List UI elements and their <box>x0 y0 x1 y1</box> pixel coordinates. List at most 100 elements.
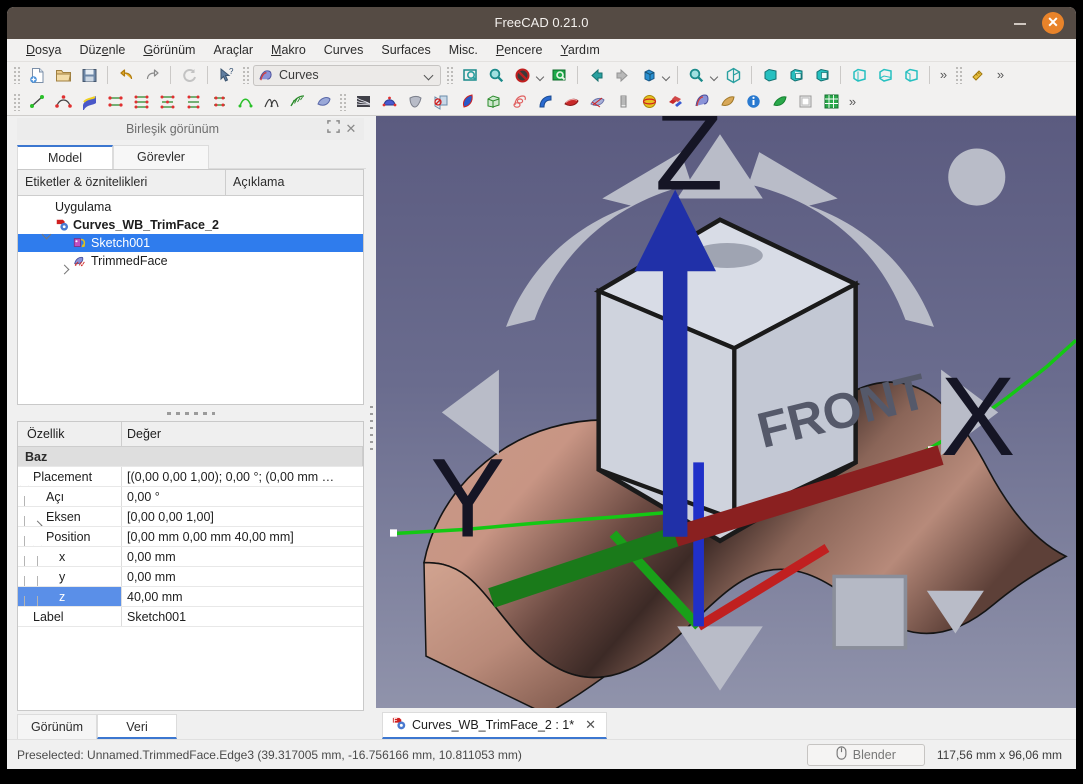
solid-icon[interactable] <box>663 91 687 113</box>
redo-icon[interactable] <box>140 64 164 86</box>
axonometric-dropdown-icon[interactable] <box>661 64 672 86</box>
property-row[interactable]: y 0,00 mm <box>18 567 363 587</box>
property-value[interactable]: [0,00 0,00 1,00] <box>122 507 363 526</box>
property-value[interactable]: 0,00 ° <box>122 487 363 506</box>
toolbar-grip[interactable] <box>13 66 21 84</box>
info-icon[interactable] <box>741 91 765 113</box>
menu-item-5[interactable]: Curves <box>315 40 373 60</box>
toolbar-grip[interactable] <box>446 66 454 84</box>
flatten-face-icon[interactable] <box>455 91 479 113</box>
property-row[interactable]: x 0,00 mm <box>18 547 363 567</box>
fit-all-icon[interactable] <box>458 64 482 86</box>
curves-icon[interactable] <box>689 91 713 113</box>
new-document-icon[interactable] <box>25 64 49 86</box>
top-view-icon[interactable] <box>784 64 808 86</box>
right-view-icon[interactable] <box>810 64 834 86</box>
tree-item-1[interactable]: Curves_WB_TrimFace_2 <box>18 216 363 234</box>
profile-support-icon[interactable] <box>507 91 531 113</box>
menu-item-8[interactable]: Pencere <box>487 40 552 60</box>
gordon-surface-icon[interactable] <box>377 91 401 113</box>
editable-spline-icon[interactable] <box>77 91 101 113</box>
whats-this-icon[interactable]: ? <box>214 64 238 86</box>
toolbar-grip[interactable] <box>242 66 250 84</box>
document-tab-close-icon[interactable]: ✕ <box>583 717 598 733</box>
hooks-icon[interactable] <box>611 91 635 113</box>
workbench-selector[interactable]: Curves <box>253 64 441 86</box>
measure-icon[interactable] <box>967 64 991 86</box>
navigation-style-button[interactable]: Blender <box>806 743 925 766</box>
document-tab[interactable]: F Curves_WB_TrimFace_2 : 1* ✕ <box>382 712 608 739</box>
tree-item-0[interactable]: Uygulama <box>18 198 363 216</box>
zoom-box-icon[interactable] <box>484 64 508 86</box>
map-icon[interactable] <box>767 91 791 113</box>
menu-item-6[interactable]: Surfaces <box>372 40 439 60</box>
property-value[interactable]: 0,00 mm <box>122 567 363 586</box>
zoom-icon[interactable] <box>684 64 708 86</box>
blend-curve-icon[interactable] <box>259 91 283 113</box>
toolbar-overflow-icon[interactable]: » <box>844 91 861 113</box>
minimize-button[interactable] <box>1009 12 1031 34</box>
float-panel-icon[interactable] <box>324 120 342 138</box>
bottom-view-icon[interactable] <box>873 64 897 86</box>
blend-surface-icon[interactable] <box>533 91 557 113</box>
property-value[interactable]: [(0,00 0,00 1,00); 0,00 °; (0,00 mm … <box>122 467 363 486</box>
fit-selection-icon[interactable] <box>547 64 571 86</box>
draw-style-dropdown-icon[interactable] <box>535 64 546 86</box>
curve-on-surface-icon[interactable] <box>233 91 257 113</box>
parametric-curve-icon[interactable] <box>207 91 231 113</box>
menu-item-0[interactable]: Dosya <box>17 40 70 60</box>
save-document-icon[interactable] <box>77 64 101 86</box>
chevron-down-icon[interactable] <box>423 69 436 82</box>
join-curve-icon[interactable] <box>103 91 127 113</box>
pipeshell-icon[interactable] <box>481 91 505 113</box>
bottom-tab-görünüm[interactable]: Görünüm <box>17 714 97 739</box>
menu-item-1[interactable]: Düzenle <box>70 40 134 60</box>
trim-face-icon[interactable] <box>429 91 453 113</box>
toolbar-grip[interactable] <box>13 92 21 111</box>
left-view-icon[interactable] <box>899 64 923 86</box>
refresh-icon[interactable] <box>177 64 201 86</box>
axonometric-icon[interactable] <box>636 64 660 86</box>
forward-view-icon[interactable] <box>610 64 634 86</box>
vertical-splitter[interactable] <box>366 116 376 739</box>
extract-icon[interactable] <box>793 91 817 113</box>
rear-view-icon[interactable] <box>847 64 871 86</box>
sphere-icon[interactable] <box>637 91 661 113</box>
toolbar-grip[interactable] <box>339 92 347 111</box>
front-view-icon[interactable] <box>758 64 782 86</box>
surface-net-icon[interactable] <box>585 91 609 113</box>
bottom-tab-veri[interactable]: Veri <box>97 714 177 739</box>
zebra-icon[interactable] <box>311 91 335 113</box>
property-group-row[interactable]: Baz <box>18 447 363 467</box>
sweep-surface-icon[interactable] <box>403 91 427 113</box>
close-button[interactable]: ✕ <box>1042 12 1064 34</box>
panel-splitter[interactable] <box>17 405 364 421</box>
line-icon[interactable] <box>25 91 49 113</box>
menu-item-3[interactable]: Araçlar <box>204 40 262 60</box>
menu-item-9[interactable]: Yardım <box>551 40 608 60</box>
tab-model[interactable]: Model <box>17 145 113 169</box>
property-row[interactable]: Placement [(0,00 0,00 1,00); 0,00 °; (0,0… <box>18 467 363 487</box>
tree-item-2[interactable]: Sketch001 <box>18 234 363 252</box>
comb-plot-icon[interactable] <box>285 91 309 113</box>
property-row[interactable]: Position [0,00 mm 0,00 mm 40,00 mm] <box>18 527 363 547</box>
undo-icon[interactable] <box>114 64 138 86</box>
grid-icon[interactable] <box>819 91 843 113</box>
property-row[interactable]: Eksen [0,00 0,00 1,00] <box>18 507 363 527</box>
toolbar-overflow-icon[interactable]: » <box>935 64 952 86</box>
menu-item-2[interactable]: Görünüm <box>134 40 204 60</box>
zoom-dropdown-icon[interactable] <box>709 64 720 86</box>
toolbar-overflow-icon[interactable]: » <box>992 64 1009 86</box>
menu-item-4[interactable]: Makro <box>262 40 315 60</box>
isometric-icon[interactable] <box>721 64 745 86</box>
menu-item-7[interactable]: Misc. <box>440 40 487 60</box>
property-row[interactable]: Label Sketch001 <box>18 607 363 627</box>
tree-item-3[interactable]: TrimmedFace <box>18 252 363 270</box>
property-value[interactable]: 0,00 mm <box>122 547 363 566</box>
bspline-icon[interactable] <box>51 91 75 113</box>
approximate-icon[interactable] <box>155 91 179 113</box>
3d-viewport[interactable]: FRONT Z X Y <box>376 116 1076 708</box>
toolbar-grip[interactable] <box>955 66 963 84</box>
property-value[interactable]: 40,00 mm <box>122 587 363 606</box>
segment-surface-icon[interactable] <box>559 91 583 113</box>
